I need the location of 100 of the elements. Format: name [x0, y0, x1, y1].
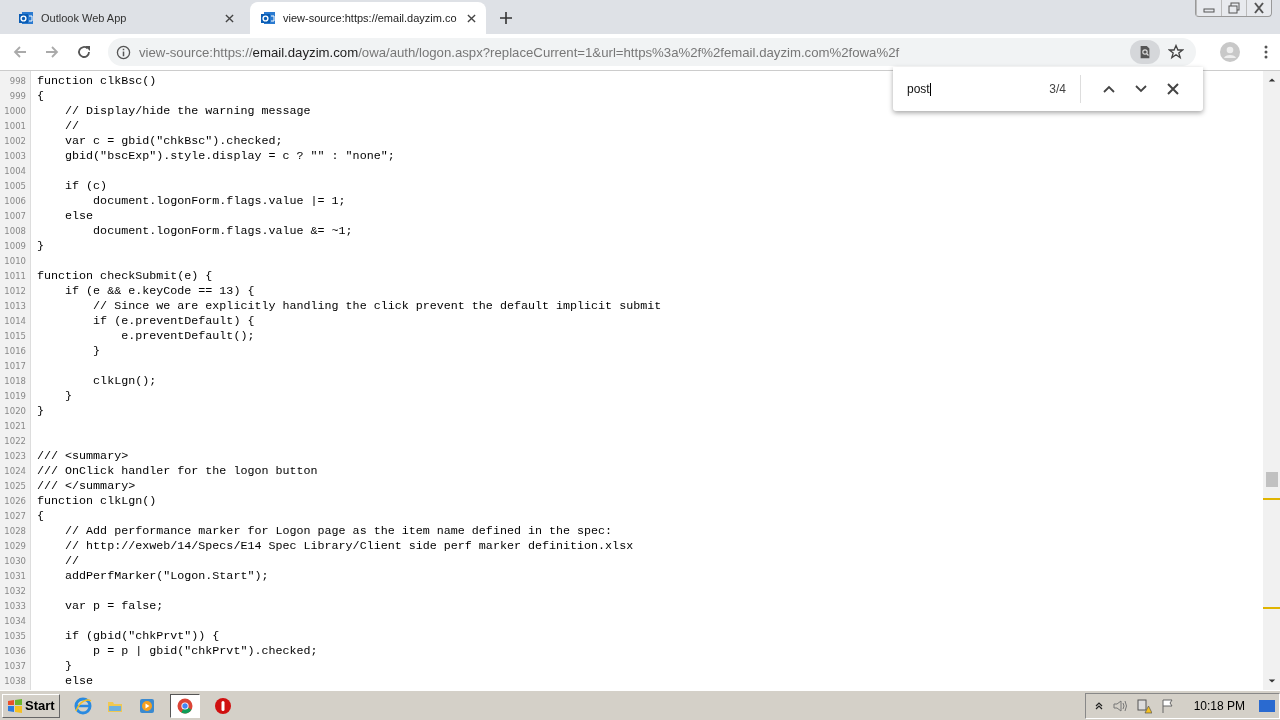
- match-count: 3/4: [1049, 82, 1066, 96]
- line-number: 1033: [3, 600, 26, 611]
- speaker-icon[interactable]: [1111, 697, 1128, 714]
- line-number: 1008: [3, 225, 26, 236]
- line-number: 1000: [3, 105, 26, 116]
- browser-tab[interactable]: Outlook Web App: [8, 2, 244, 34]
- line-number: 1027: [3, 510, 26, 521]
- show-desktop-icon[interactable]: [1259, 698, 1275, 713]
- code-line: }: [37, 238, 44, 253]
- code-line: if (e.preventDefault) {: [92, 313, 255, 328]
- network-warning-icon[interactable]: [1135, 697, 1152, 714]
- taskbar-app-button[interactable]: [169, 693, 200, 718]
- stop-sign-icon[interactable]: [213, 696, 232, 715]
- code-line: if (e && e.keyCode == 13) {: [64, 283, 255, 298]
- line-number: 1001: [3, 120, 26, 131]
- code-line: // Display/hide the warning message: [64, 103, 311, 118]
- code-line: }: [64, 388, 73, 403]
- info-icon: [116, 44, 131, 60]
- line-number: 1026: [3, 495, 26, 506]
- line-number: 1012: [3, 285, 26, 296]
- code-line: var c = gbid("chkBsc").checked;: [64, 133, 283, 148]
- line-number: 1004: [3, 165, 26, 176]
- code-line: p = p | gbid("chkPrvt").checked;: [92, 643, 318, 658]
- line-number: 1025: [3, 480, 26, 491]
- code-line: }: [64, 658, 73, 673]
- clock[interactable]: 10:18 PM: [1193, 698, 1245, 713]
- code-line: addPerfMarker("Logon.Start");: [64, 568, 269, 583]
- line-number: 1009: [3, 240, 26, 251]
- line-number: 1010: [3, 255, 26, 266]
- browser-logo-icon: [176, 697, 193, 714]
- chevron-down-icon[interactable]: [1135, 83, 1147, 95]
- close-icon[interactable]: [1167, 83, 1179, 95]
- code-line: document.logonForm.flags.value |= 1;: [92, 193, 346, 208]
- code-line: if (c): [64, 178, 108, 193]
- match-marker: [1263, 498, 1280, 500]
- code-line: if (gbid("chkPrvt")) {: [64, 628, 220, 643]
- scroll-down-icon[interactable]: [1267, 678, 1276, 684]
- code-line: function checkSubmit(e) {: [37, 268, 213, 283]
- match-marker: [1263, 607, 1280, 609]
- browser-tab[interactable]: view-source:https://email.dayzim.co: [250, 2, 486, 34]
- code-line: /// <summary>: [37, 448, 129, 463]
- scroll-up-icon[interactable]: [1267, 77, 1276, 83]
- line-number: 999: [8, 90, 26, 101]
- line-number: 1036: [3, 645, 26, 656]
- star-icon[interactable]: [1168, 44, 1184, 60]
- line-number: 1014: [3, 315, 26, 326]
- media-player-icon[interactable]: [137, 696, 156, 715]
- line-number: 1016: [3, 345, 26, 356]
- line-number: 1007: [3, 210, 26, 221]
- code-line: {: [37, 88, 44, 103]
- scrollbar[interactable]: [1263, 71, 1280, 690]
- line-number: 1013: [3, 300, 26, 311]
- line-number: 1028: [3, 525, 26, 536]
- line-number: 1015: [3, 330, 26, 341]
- code-line: // Add performance marker for Logon page as the item name defined in the spec:: [64, 523, 613, 538]
- close-icon[interactable]: [467, 13, 476, 23]
- line-number: 1021: [3, 420, 26, 431]
- line-number: 1011: [3, 270, 26, 281]
- close-icon[interactable]: [225, 13, 234, 23]
- reload-icon[interactable]: [76, 44, 92, 60]
- flag-icon[interactable]: [1159, 697, 1176, 714]
- code-line: //: [64, 118, 80, 133]
- code-line: else: [64, 208, 94, 223]
- line-number: 998: [8, 75, 26, 86]
- code-line: gbid("bscExp").style.display = c ? "" : "none";: [64, 148, 395, 163]
- code-line: function clkLgn(): [37, 493, 157, 508]
- line-number: 1035: [3, 630, 26, 641]
- code-line: /// </summary>: [37, 478, 136, 493]
- find-in-page-button[interactable]: [1130, 40, 1160, 64]
- menu-icon[interactable]: [1264, 44, 1268, 60]
- document-search-icon: [1138, 45, 1152, 59]
- code-line: {: [37, 508, 44, 523]
- line-number: 1032: [3, 585, 26, 596]
- code-line: e.preventDefault();: [120, 328, 255, 343]
- code-line: document.logonForm.flags.value &= ~1;: [92, 223, 353, 238]
- start-button[interactable]: Start: [2, 693, 60, 718]
- code-line: clkLgn();: [92, 373, 157, 388]
- line-number: 1038: [3, 675, 26, 686]
- line-number: 1031: [3, 570, 26, 581]
- code-line: var p = false;: [64, 598, 164, 613]
- url-text: view-source:https://email.dayzim.com/owa/auth/logon.aspx?replaceCurrent=1&url=https%3a%2f%2femail.dayzim.com%2fowa%2f: [139, 44, 901, 60]
- line-number: 1034: [3, 615, 26, 626]
- line-number: 1022: [3, 435, 26, 446]
- chevron-up-icon[interactable]: [1093, 700, 1104, 711]
- line-number: 1024: [3, 465, 26, 476]
- line-number: 1029: [3, 540, 26, 551]
- address-bar[interactable]: view-source:https://email.dayzim.com/owa/auth/logon.aspx?replaceCurrent=1&url=https%3a%2f%2femail.dayzim.com%2fowa%2f: [108, 38, 1196, 66]
- line-number: 1018: [3, 375, 26, 386]
- plus-icon[interactable]: [500, 12, 512, 24]
- scroll-thumb[interactable]: [1266, 472, 1278, 487]
- tab-title: Outlook Web App: [41, 12, 128, 24]
- code-line: else: [64, 673, 94, 688]
- code-line: }: [37, 403, 44, 418]
- line-number: 1005: [3, 180, 26, 191]
- mail-app-icon: [18, 10, 34, 26]
- chevron-up-icon[interactable]: [1103, 83, 1115, 95]
- code-line: //: [64, 553, 80, 568]
- find-field[interactable]: post: [907, 82, 1050, 96]
- line-number: 1003: [3, 150, 26, 161]
- mail-app-icon: [260, 10, 276, 26]
